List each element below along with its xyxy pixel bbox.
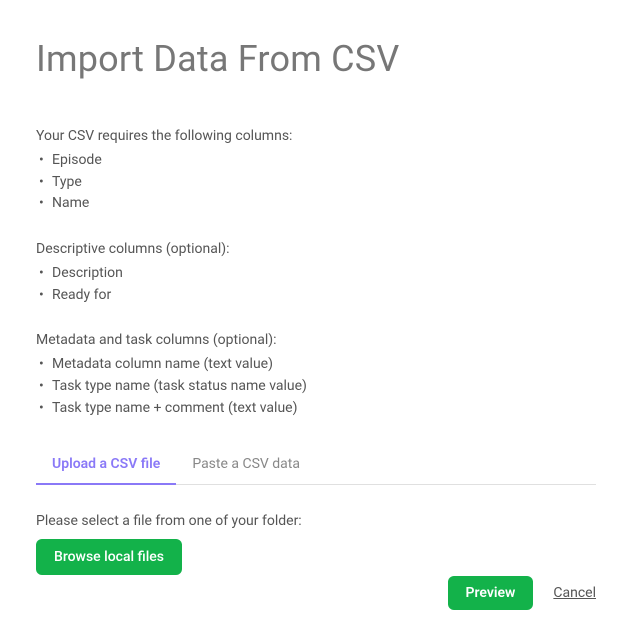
import-tabs: Upload a CSV file Paste a CSV data	[36, 446, 596, 485]
dialog-footer: Preview Cancel	[448, 576, 596, 610]
cancel-link[interactable]: Cancel	[553, 585, 596, 601]
tab-upload-csv[interactable]: Upload a CSV file	[36, 446, 176, 484]
descriptive-columns-list: Description Ready for	[36, 263, 596, 306]
list-item: Description	[36, 263, 596, 285]
metadata-columns-label: Metadata and task columns (optional):	[36, 332, 596, 348]
list-item: Ready for	[36, 285, 596, 307]
required-columns-section: Your CSV requires the following columns:…	[36, 128, 596, 215]
list-item: Task type name (task status name value)	[36, 376, 596, 398]
descriptive-columns-section: Descriptive columns (optional): Descript…	[36, 241, 596, 306]
browse-local-files-button[interactable]: Browse local files	[36, 539, 182, 575]
required-columns-list: Episode Type Name	[36, 150, 596, 215]
list-item: Name	[36, 193, 596, 215]
list-item: Type	[36, 172, 596, 194]
descriptive-columns-label: Descriptive columns (optional):	[36, 241, 596, 257]
list-item: Metadata column name (text value)	[36, 354, 596, 376]
list-item: Task type name + comment (text value)	[36, 398, 596, 420]
required-columns-label: Your CSV requires the following columns:	[36, 128, 596, 144]
metadata-columns-section: Metadata and task columns (optional): Me…	[36, 332, 596, 419]
page-title: Import Data From CSV	[36, 38, 596, 80]
tab-paste-csv[interactable]: Paste a CSV data	[176, 446, 316, 484]
metadata-columns-list: Metadata column name (text value) Task t…	[36, 354, 596, 419]
preview-button[interactable]: Preview	[448, 576, 534, 610]
file-select-prompt: Please select a file from one of your fo…	[36, 513, 596, 529]
list-item: Episode	[36, 150, 596, 172]
